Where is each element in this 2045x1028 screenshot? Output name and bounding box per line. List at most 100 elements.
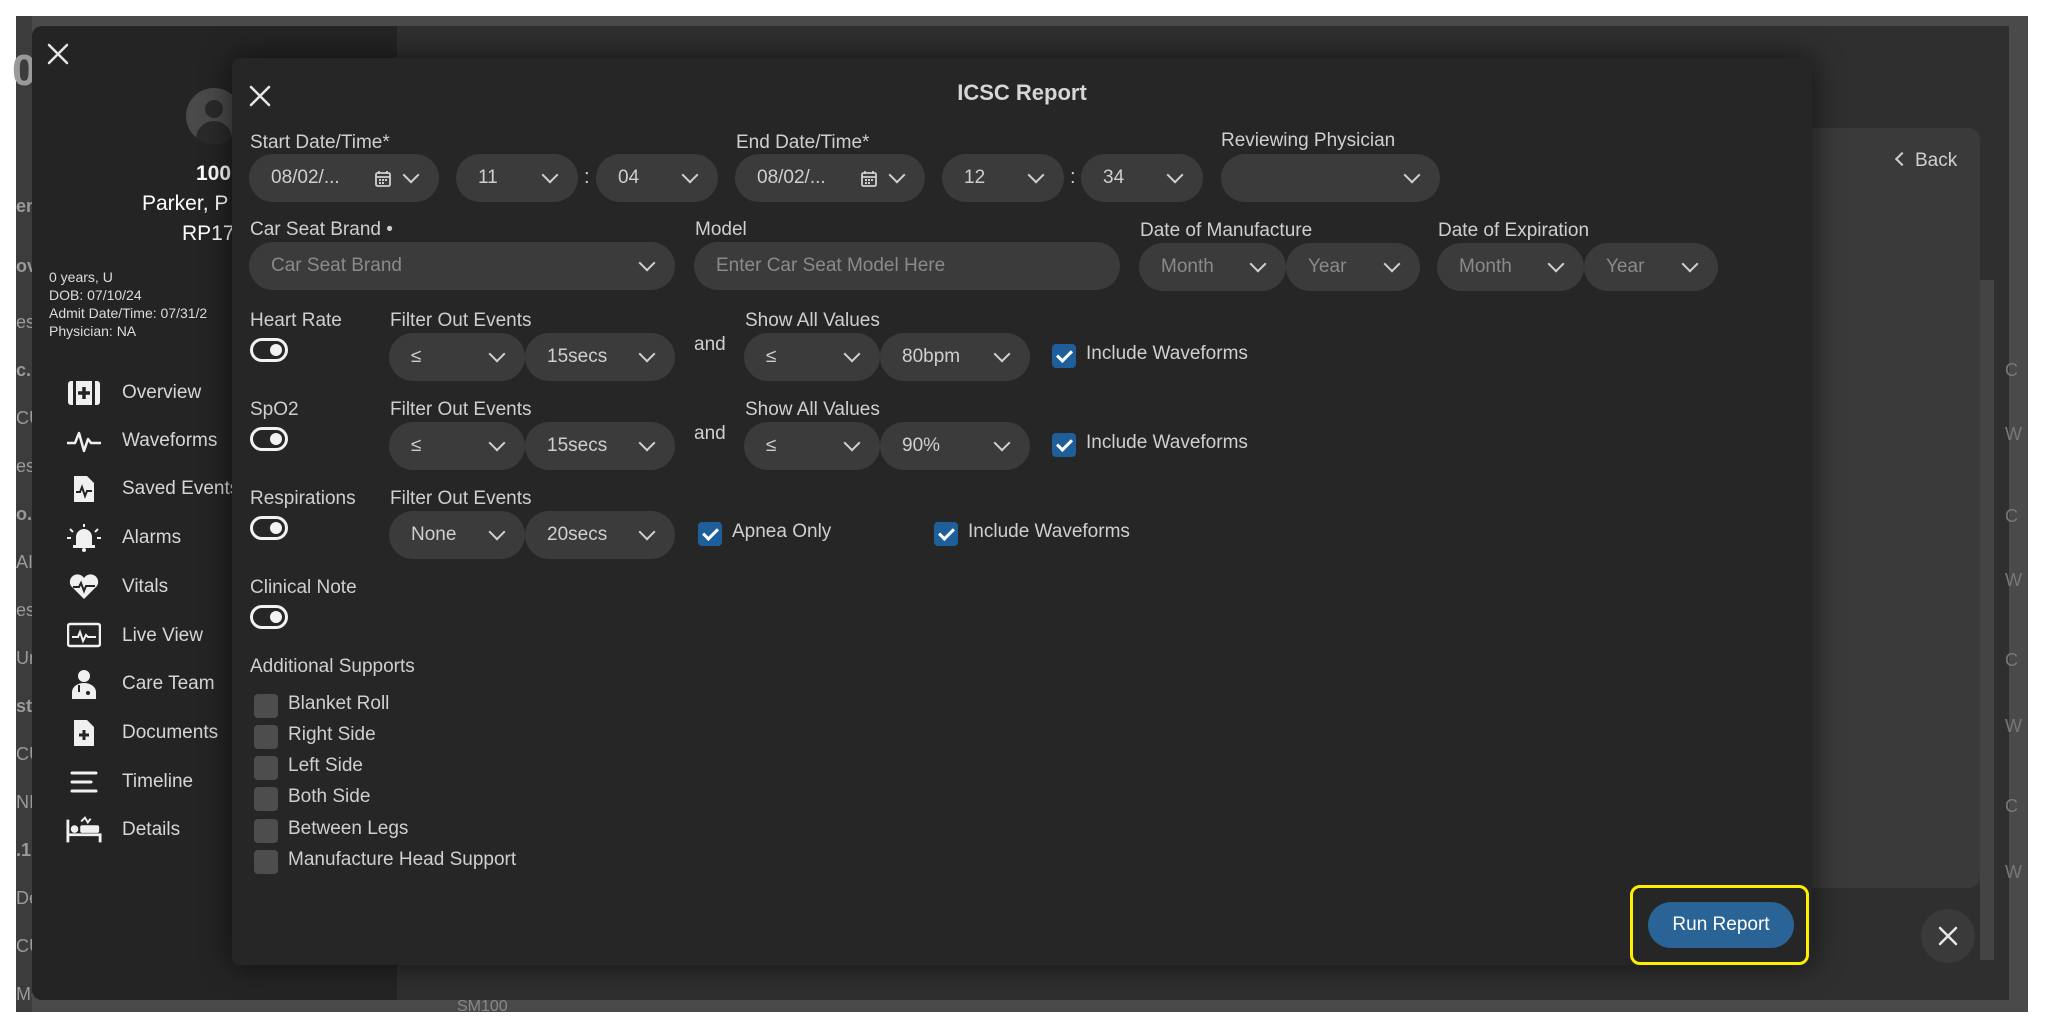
back-link[interactable]: Back xyxy=(1894,150,1958,172)
time-separator: : xyxy=(584,166,590,188)
apnea-only-checkbox[interactable] xyxy=(698,522,722,546)
apnea-only-label: Apnea Only xyxy=(732,521,832,542)
strip-text: es xyxy=(16,600,32,620)
close-sidebar-button[interactable] xyxy=(46,42,70,71)
expiration-year-value: Year xyxy=(1606,256,1645,277)
waveform-icon xyxy=(66,426,102,456)
respirations-filter-label: Filter Out Events xyxy=(390,488,532,509)
both-side-checkbox[interactable] xyxy=(254,787,278,811)
heart-rate-show-operator[interactable]: ≤ xyxy=(744,333,880,381)
nav-waveforms[interactable]: Waveforms xyxy=(66,424,217,458)
car-seat-brand-select[interactable]: Car Seat Brand xyxy=(249,242,675,290)
manufacture-year-select[interactable]: Year xyxy=(1286,243,1420,291)
chevron-down-icon xyxy=(488,434,506,452)
end-hour-select[interactable]: 12 xyxy=(942,154,1064,202)
nav-saved-events[interactable]: Saved Events xyxy=(66,472,239,506)
heart-rate-toggle[interactable] xyxy=(250,338,288,362)
spo2-show-operator[interactable]: ≤ xyxy=(744,422,880,470)
nav-label: Details xyxy=(122,819,181,840)
and-label: and xyxy=(694,423,726,444)
and-label: and xyxy=(694,334,726,355)
spo2-filter-duration[interactable]: 15secs xyxy=(525,422,675,470)
heart-rate-waveforms-checkbox[interactable] xyxy=(1052,344,1076,368)
strip-text: NIC xyxy=(16,792,32,812)
nav-care-team[interactable]: Care Team xyxy=(66,667,215,701)
back-label: Back xyxy=(1915,150,1958,171)
reviewing-physician-select[interactable] xyxy=(1221,154,1440,202)
spo2-filter-duration-value: 15secs xyxy=(547,435,608,456)
nav-details[interactable]: Details xyxy=(66,813,180,847)
monitor-icon xyxy=(66,621,102,651)
clinical-note-toggle[interactable] xyxy=(250,605,288,629)
manufacture-head-support-checkbox[interactable] xyxy=(254,850,278,874)
start-date-picker[interactable]: 08/02/... xyxy=(249,154,439,202)
nav-vitals[interactable]: Vitals xyxy=(66,570,168,604)
strip-text: es xyxy=(16,312,32,332)
heart-rate-show-value[interactable]: 80bpm xyxy=(880,333,1030,381)
manufacture-year-value: Year xyxy=(1308,256,1347,277)
heart-rate-waveforms-label: Include Waveforms xyxy=(1086,343,1248,364)
chevron-down-icon xyxy=(1681,255,1699,273)
nav-live-view[interactable]: Live View xyxy=(66,619,203,653)
heart-rate-filter-duration[interactable]: 15secs xyxy=(525,333,675,381)
heart-rate-filter-operator-value: ≤ xyxy=(411,346,422,367)
chevron-down-icon xyxy=(1547,255,1565,273)
model-input[interactable]: Enter Car Seat Model Here xyxy=(694,242,1120,290)
heart-rate-filter-operator[interactable]: ≤ xyxy=(389,333,525,381)
clinical-note-label: Clinical Note xyxy=(250,577,357,598)
nav-alarms[interactable]: Alarms xyxy=(66,521,181,555)
respirations-filter-operator[interactable]: None xyxy=(389,511,525,559)
spo2-filter-operator[interactable]: ≤ xyxy=(389,422,525,470)
manufacture-head-support-label: Manufacture Head Support xyxy=(288,849,517,870)
end-minute-value: 34 xyxy=(1103,167,1125,188)
background-bottom-label: SM100 xyxy=(457,998,508,1015)
respirations-toggle[interactable] xyxy=(250,516,288,540)
end-minute-select[interactable]: 34 xyxy=(1081,154,1203,202)
end-hour-value: 12 xyxy=(964,167,986,188)
chevron-down-icon xyxy=(488,523,506,541)
spo2-waveforms-checkbox[interactable] xyxy=(1052,433,1076,457)
nav-timeline[interactable]: Timeline xyxy=(66,765,193,799)
chevron-down-icon xyxy=(488,345,506,363)
background-cut-text: W xyxy=(2005,570,2022,590)
manufacture-month-select[interactable]: Month xyxy=(1139,243,1286,291)
nav-label: Waveforms xyxy=(122,430,218,451)
respirations-waveforms-checkbox[interactable] xyxy=(934,522,958,546)
start-hour-select[interactable]: 11 xyxy=(456,154,578,202)
modal-title: ICSC Report xyxy=(957,80,1087,105)
background-card xyxy=(1800,128,1980,888)
run-report-button[interactable]: Run Report xyxy=(1648,902,1794,948)
nav-overview[interactable]: Overview xyxy=(66,376,201,410)
doctor-icon xyxy=(66,669,102,699)
end-date-value: 08/02/... xyxy=(757,167,826,188)
start-minute-select[interactable]: 04 xyxy=(596,154,718,202)
manufacture-month-value: Month xyxy=(1161,256,1214,277)
spo2-toggle[interactable] xyxy=(250,427,288,451)
spo2-show-operator-value: ≤ xyxy=(766,435,777,456)
respirations-filter-duration[interactable]: 20secs xyxy=(525,511,675,559)
strip-text: c. xyxy=(16,360,32,380)
background-cut-text: C xyxy=(2005,796,2018,816)
nav-documents[interactable]: Documents xyxy=(66,716,218,750)
start-hour-value: 11 xyxy=(478,167,498,188)
expiration-year-select[interactable]: Year xyxy=(1584,243,1718,291)
background-cut-text: C xyxy=(2005,506,2018,526)
strip-text: st- xyxy=(16,696,32,716)
close-panel-button[interactable] xyxy=(1921,909,1975,963)
background-strip: 0 en ov es c. CU es o. AI es Un st- CU N… xyxy=(12,16,32,1012)
strip-text: Un xyxy=(16,648,32,668)
spo2-waveforms-label: Include Waveforms xyxy=(1086,432,1248,453)
manufacture-date-label: Date of Manufacture xyxy=(1140,220,1313,241)
blanket-roll-checkbox[interactable] xyxy=(254,694,278,718)
spo2-show-value[interactable]: 90% xyxy=(880,422,1030,470)
between-legs-checkbox[interactable] xyxy=(254,819,278,843)
end-date-picker[interactable]: 08/02/... xyxy=(735,154,925,202)
nav-label: Vitals xyxy=(122,576,169,597)
medical-kit-icon xyxy=(66,378,102,408)
left-side-checkbox[interactable] xyxy=(254,756,278,780)
expiration-month-select[interactable]: Month xyxy=(1437,243,1584,291)
heart-rate-show-label: Show All Values xyxy=(745,310,880,331)
right-side-checkbox[interactable] xyxy=(254,725,278,749)
nav-label: Alarms xyxy=(122,527,182,548)
chevron-down-icon xyxy=(638,434,656,452)
